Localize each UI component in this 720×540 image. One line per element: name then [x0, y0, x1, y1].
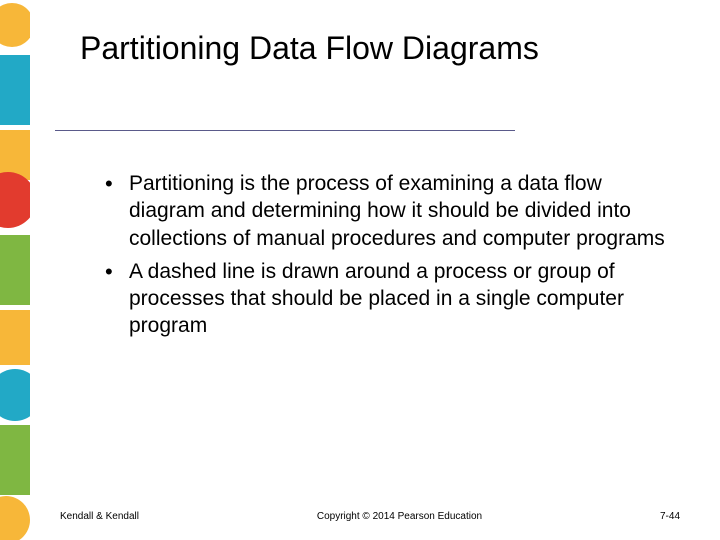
slide-footer: Kendall & Kendall Copyright © 2014 Pears…	[60, 511, 680, 522]
title-underline	[55, 130, 515, 131]
slide-title: Partitioning Data Flow Diagrams	[80, 30, 680, 67]
footer-copyright: Copyright © 2014 Pearson Education	[139, 511, 660, 522]
bullet-item: Partitioning is the process of examining…	[105, 170, 670, 252]
decorative-sidebar	[0, 0, 30, 540]
footer-page-number: 7-44	[660, 511, 680, 522]
footer-author: Kendall & Kendall	[60, 511, 139, 522]
bullet-item: A dashed line is drawn around a process …	[105, 258, 670, 340]
bullet-list: Partitioning is the process of examining…	[105, 170, 670, 346]
